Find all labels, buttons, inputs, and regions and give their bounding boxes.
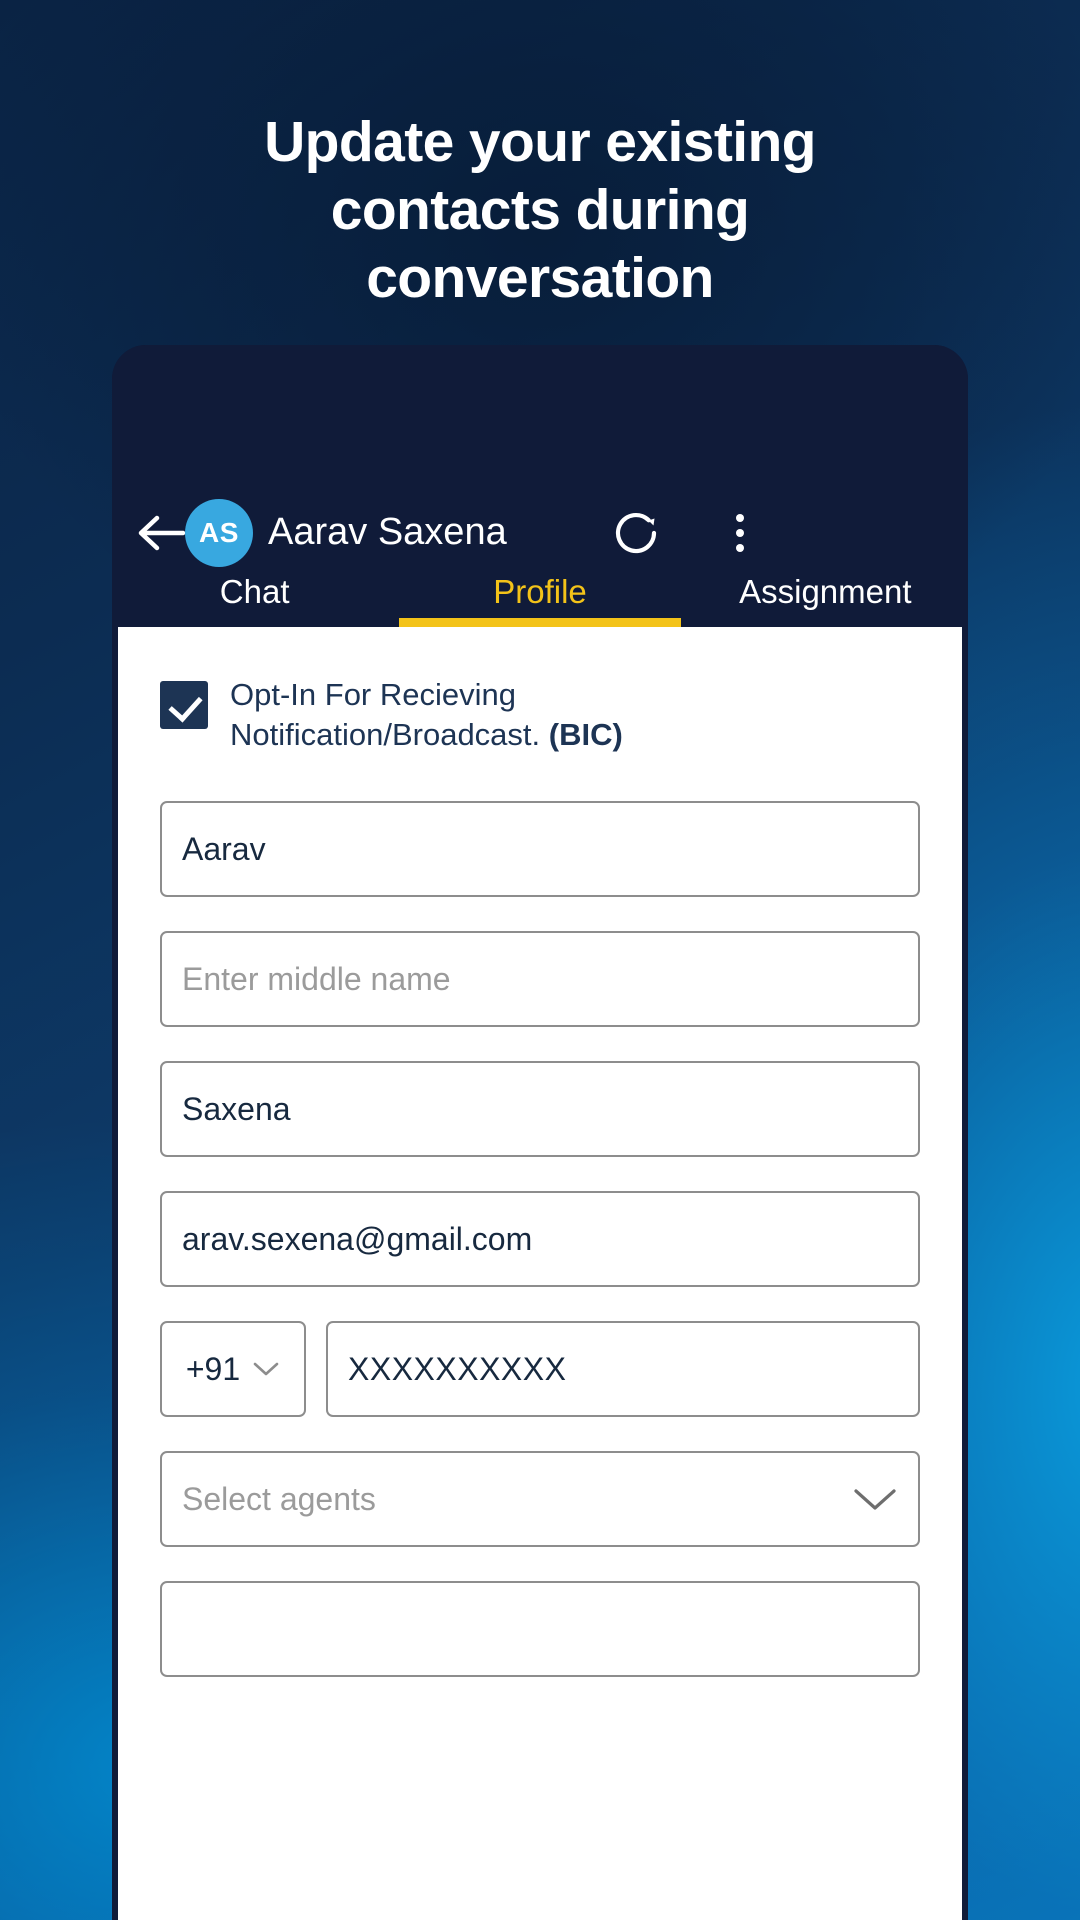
page-headline: Update your existing contacts during con…	[264, 110, 816, 310]
chevron-down-icon	[252, 1360, 280, 1378]
back-arrow-icon[interactable]	[137, 510, 189, 556]
phone-mockup: AS Aarav Saxena Chat Profile Assignment	[112, 345, 968, 1920]
chevron-down-icon	[852, 1486, 898, 1512]
tab-chat[interactable]: Chat	[112, 557, 397, 627]
menu-dot	[736, 529, 744, 537]
middle-name-input[interactable]: Enter middle name	[160, 931, 920, 1027]
optin-label-text: Opt-In For Recieving Notification/Broadc…	[230, 677, 549, 752]
next-field-partial[interactable]	[160, 1581, 920, 1677]
contact-name: Aarav Saxena	[268, 511, 507, 553]
menu-dot	[736, 544, 744, 552]
optin-checkbox[interactable]	[160, 681, 208, 729]
refresh-icon[interactable]	[608, 505, 664, 561]
phone-row: +91 XXXXXXXXXX	[160, 1321, 920, 1417]
first-name-input[interactable]: Aarav	[160, 801, 920, 897]
country-code-value: +91	[185, 1350, 241, 1387]
overflow-menu-icon[interactable]	[712, 505, 768, 561]
email-input[interactable]: arav.sexena@gmail.com	[160, 1191, 920, 1287]
country-code-select[interactable]: +91	[160, 1321, 306, 1417]
tab-profile[interactable]: Profile	[397, 557, 682, 627]
optin-label: Opt-In For Recieving Notification/Broadc…	[230, 675, 830, 755]
tab-assignment[interactable]: Assignment	[683, 557, 968, 627]
menu-dot	[736, 514, 744, 522]
optin-label-bic: (BIC)	[548, 717, 623, 752]
agents-select[interactable]: Select agents	[160, 1451, 920, 1547]
optin-row: Opt-In For Recieving Notification/Broadc…	[160, 675, 920, 755]
avatar-initials: AS	[199, 517, 239, 548]
agents-select-value: Select agents	[182, 1480, 376, 1517]
last-name-input[interactable]: Saxena	[160, 1061, 920, 1157]
phone-number-input[interactable]: XXXXXXXXXX	[326, 1321, 920, 1417]
tab-bar: Chat Profile Assignment	[112, 557, 968, 627]
profile-form-panel: Opt-In For Recieving Notification/Broadc…	[118, 627, 962, 1920]
app-header: AS Aarav Saxena Chat Profile Assignment	[112, 345, 968, 627]
